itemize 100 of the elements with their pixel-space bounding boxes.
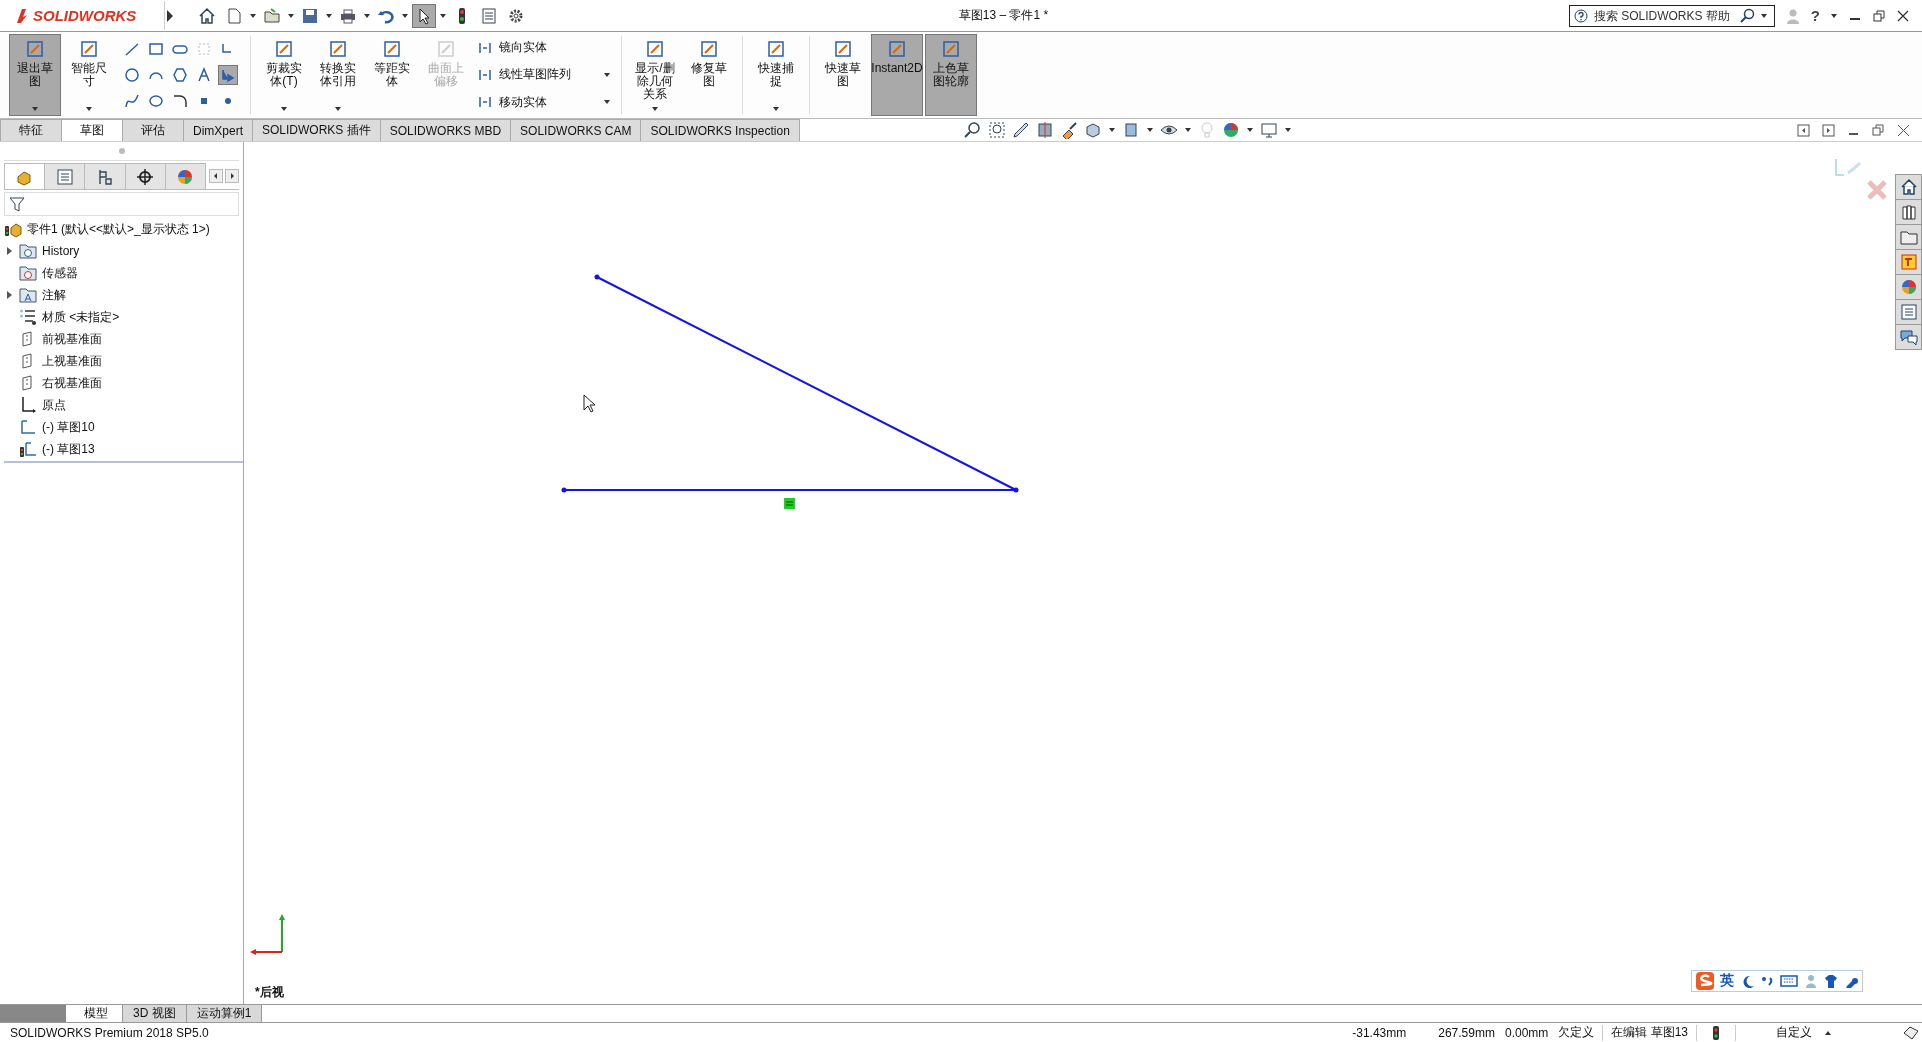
caret-icon[interactable] [249, 11, 257, 20]
model-tab[interactable]: 运动算例1 [186, 1005, 263, 1022]
caret-icon[interactable] [603, 71, 611, 79]
tree-item[interactable]: 前视基准面 [4, 328, 243, 350]
caret-icon[interactable] [334, 105, 342, 113]
command-tab[interactable]: 特征 [0, 119, 62, 141]
app-logo[interactable]: SOLIDWORKS [0, 1, 165, 30]
ribbon-button[interactable]: 修复草图 [683, 34, 735, 116]
caret-icon[interactable] [31, 105, 39, 113]
ime-logo-icon[interactable] [1696, 972, 1714, 990]
units-button[interactable]: 自定义 [1736, 1024, 1824, 1041]
panel-right-icon[interactable] [1822, 123, 1835, 137]
ribbon-button[interactable]: 转换实体引用 [312, 34, 364, 116]
ribbon-button[interactable]: 退出草图 [9, 34, 61, 116]
filter-field[interactable] [4, 192, 239, 216]
expand-arrow-icon[interactable] [5, 246, 13, 256]
caret-icon[interactable] [1830, 11, 1838, 20]
sketch-point[interactable] [1013, 487, 1019, 493]
close-icon[interactable] [1897, 123, 1910, 137]
search-field[interactable]: 搜索 SOLIDWORKS 帮助 [1568, 4, 1775, 27]
manager-tab[interactable] [124, 163, 166, 189]
tree-item[interactable]: 注解 [4, 284, 243, 306]
ribbon-menu-item[interactable]: 线性草图阵列 [477, 66, 611, 84]
caret-icon[interactable] [1183, 126, 1192, 134]
ribbon-button[interactable]: 智能尺寸 [63, 34, 115, 116]
command-tab[interactable]: SOLIDWORKS MBD [379, 119, 512, 141]
monitor-icon[interactable] [1259, 121, 1278, 139]
expand-arrow-icon[interactable] [5, 290, 13, 300]
tree-item[interactable]: History [4, 240, 243, 262]
task-pane-tab[interactable] [1895, 199, 1922, 225]
command-tab[interactable]: 评估 [122, 119, 184, 141]
expand-arrow-icon[interactable] [165, 8, 175, 23]
pointer-button[interactable] [412, 3, 436, 28]
restore-icon[interactable] [1872, 123, 1885, 137]
caret-icon[interactable] [85, 105, 93, 113]
tree-item[interactable]: 原点 [4, 394, 243, 416]
sketch-point[interactable] [561, 487, 567, 493]
ribbon-button[interactable]: 显示/删除几何关系 [629, 34, 681, 116]
ribbon-button[interactable]: 等距实体 [366, 34, 418, 116]
tree-item[interactable]: 零件1 (默认<<默认>_显示状态 1>) [4, 218, 243, 240]
traffic-light-icon[interactable] [1711, 1024, 1721, 1041]
task-pane-tab[interactable] [1895, 324, 1922, 350]
caret-icon[interactable] [1283, 126, 1292, 134]
sketch-point[interactable] [594, 274, 600, 280]
command-tab[interactable]: SOLIDWORKS Inspection [640, 119, 800, 141]
ribbon-button[interactable]: 上色草图轮廓 [925, 34, 977, 116]
scroll-right-icon[interactable] [225, 169, 239, 183]
zoom-fit-icon[interactable] [963, 121, 982, 139]
caret-icon[interactable] [1145, 126, 1154, 134]
command-tab[interactable]: SOLIDWORKS 插件 [252, 119, 381, 141]
splitter-handle-icon[interactable] [117, 147, 126, 155]
section-view-icon[interactable] [1035, 121, 1054, 139]
shirt-icon[interactable] [1824, 974, 1838, 988]
caret-icon[interactable] [287, 11, 295, 20]
caret-icon[interactable] [401, 11, 409, 20]
help-button[interactable]: ? [1810, 7, 1820, 24]
tree-item[interactable]: (-) 草图10 [4, 416, 243, 438]
tree-item[interactable]: 传感器 [4, 262, 243, 284]
caret-icon[interactable] [1759, 11, 1768, 20]
tree-item[interactable]: 材质 <未指定> [4, 306, 243, 328]
caret-icon[interactable] [1245, 126, 1254, 134]
color-sphere-icon[interactable] [1221, 121, 1240, 139]
keyboard-icon[interactable] [1780, 973, 1798, 989]
ribbon-button[interactable]: 剪裁实体(T) [258, 34, 310, 116]
panel-left-icon[interactable] [1797, 123, 1810, 137]
cube-icon[interactable] [1083, 121, 1102, 139]
scroll-left-icon[interactable] [209, 169, 223, 183]
caret-icon[interactable] [325, 11, 333, 20]
search-icon[interactable] [1739, 7, 1756, 24]
tool-icon [436, 39, 456, 59]
ribbon-menu-item[interactable]: 移动实体 [477, 93, 611, 111]
zoom-area-icon[interactable] [987, 121, 1006, 139]
punctuation-icon[interactable] [1760, 974, 1774, 988]
tree-item[interactable]: 右视基准面 [4, 372, 243, 394]
ribbon-button[interactable]: Instant2D [871, 34, 923, 116]
ribbon-button[interactable]: 快速捕捉 [750, 34, 802, 116]
pencil-icon[interactable] [1011, 121, 1030, 139]
command-tab[interactable]: SOLIDWORKS CAM [510, 119, 642, 141]
help-icon [1573, 8, 1588, 23]
sketch-tool-button[interactable] [170, 65, 190, 85]
tab-scroll-bar[interactable] [0, 1005, 66, 1022]
command-tab[interactable]: DimXpert [183, 119, 253, 141]
ribbon-button[interactable]: 快速草图 [817, 34, 869, 116]
restore-icon[interactable] [1872, 8, 1886, 23]
view-palette-icon [1899, 253, 1918, 271]
tree-item[interactable]: 上视基准面 [4, 350, 243, 372]
caret-icon[interactable] [651, 105, 659, 113]
close-icon[interactable] [1896, 8, 1910, 23]
caret-icon[interactable] [363, 11, 371, 20]
caret-icon[interactable] [772, 105, 780, 113]
sketch-tool-button[interactable] [122, 65, 142, 85]
ime-toolbar[interactable]: 英 [1691, 970, 1863, 992]
tool-icon [274, 39, 294, 59]
tree-item[interactable]: (-) 草图13 [4, 438, 243, 460]
caret-icon[interactable] [280, 105, 288, 113]
caret-icon[interactable] [439, 11, 447, 20]
ribbon-menu-item[interactable]: 镜向实体 [477, 39, 611, 57]
model-tab[interactable]: 3D 视图 [123, 1005, 187, 1022]
caret-icon[interactable] [1107, 126, 1116, 134]
task-pane-tab[interactable] [1895, 174, 1922, 200]
